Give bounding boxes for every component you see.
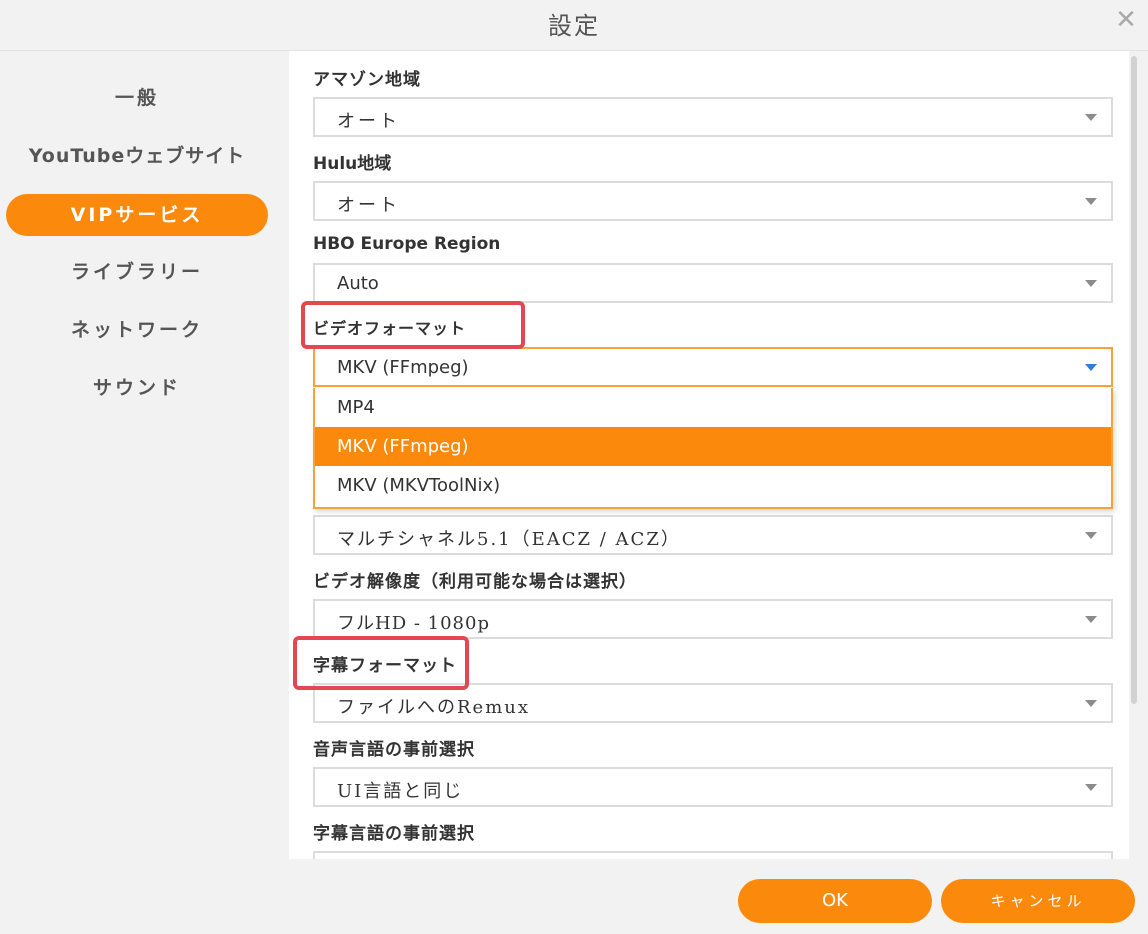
video-resolution-value: フルHD - 1080p	[337, 613, 490, 634]
chevron-down-icon	[1085, 198, 1097, 205]
hulu-region-select[interactable]: オート	[313, 181, 1113, 221]
cancel-button[interactable]: キャンセル	[941, 879, 1135, 923]
video-resolution-select[interactable]: フルHD - 1080p	[313, 599, 1113, 639]
hbo-region-select[interactable]: Auto	[313, 263, 1113, 303]
footer: OK キャンセル	[0, 859, 1148, 934]
option-mp4[interactable]: MP4	[315, 388, 1111, 427]
chevron-down-icon	[1085, 114, 1097, 121]
sidebar-item-general[interactable]: 一般	[6, 77, 268, 119]
window-title: 設定	[548, 12, 600, 40]
option-mkv-mkvtoolnix[interactable]: MKV (MKVToolNix)	[315, 466, 1111, 505]
chevron-down-icon	[1085, 616, 1097, 623]
highlight-box-subtitle-format	[293, 636, 469, 690]
hulu-region-value: オート	[337, 195, 400, 216]
scrollbar-thumb[interactable]	[1131, 56, 1137, 704]
amazon-region-label: アマゾン地域	[313, 70, 421, 90]
video-format-select[interactable]: MKV (FFmpeg)	[313, 347, 1113, 387]
settings-panel: アマゾン地域 オート Hulu地域 オート HBO Europe Region …	[289, 51, 1129, 859]
sidebar-item-youtube[interactable]: YouTubeウェブサイト	[6, 135, 268, 177]
chevron-down-icon	[1085, 700, 1097, 707]
subtitle-language-select[interactable]	[313, 851, 1113, 859]
video-format-dropdown: MP4 MKV (FFmpeg) MKV (MKVToolNix)	[313, 388, 1113, 509]
audio-language-label: 音声言語の事前選択	[313, 740, 475, 760]
subtitle-format-value: ファイルへのRemux	[337, 697, 531, 718]
audio-language-select[interactable]: UI言語と同じ	[313, 767, 1113, 807]
chevron-down-icon	[1085, 364, 1097, 371]
hbo-region-label: HBO Europe Region	[313, 234, 501, 254]
sidebar-item-network[interactable]: ネットワーク	[6, 309, 268, 351]
amazon-region-value: オート	[337, 111, 400, 132]
video-resolution-label: ビデオ解像度（利用可能な場合は選択）	[313, 572, 637, 592]
option-mkv-ffmpeg[interactable]: MKV (FFmpeg)	[315, 427, 1111, 466]
audio-language-value: UI言語と同じ	[337, 781, 464, 802]
close-icon[interactable]: ✕	[1110, 4, 1142, 36]
highlight-box-video-format	[301, 301, 525, 349]
audio-format-value: マルチシャネル5.1（EACZ / ACZ）	[337, 529, 681, 550]
audio-format-select[interactable]: マルチシャネル5.1（EACZ / ACZ）	[313, 515, 1113, 555]
sidebar-item-vip-service[interactable]: VIPサービス	[6, 194, 268, 236]
sidebar: 一般 YouTubeウェブサイト VIPサービス ライブラリー ネットワーク サ…	[0, 51, 288, 859]
subtitle-language-label: 字幕言語の事前選択	[313, 824, 475, 844]
video-format-value: MKV (FFmpeg)	[337, 357, 469, 378]
chevron-down-icon	[1085, 784, 1097, 791]
hulu-region-label: Hulu地域	[313, 154, 392, 174]
sidebar-item-sound[interactable]: サウンド	[6, 367, 268, 409]
hbo-region-value: Auto	[337, 273, 379, 294]
title-bar: 設定 ✕	[0, 0, 1148, 51]
ok-button[interactable]: OK	[738, 879, 932, 923]
chevron-down-icon	[1085, 532, 1097, 539]
chevron-down-icon	[1085, 280, 1097, 287]
sidebar-item-library[interactable]: ライブラリー	[6, 251, 268, 293]
amazon-region-select[interactable]: オート	[313, 97, 1113, 137]
